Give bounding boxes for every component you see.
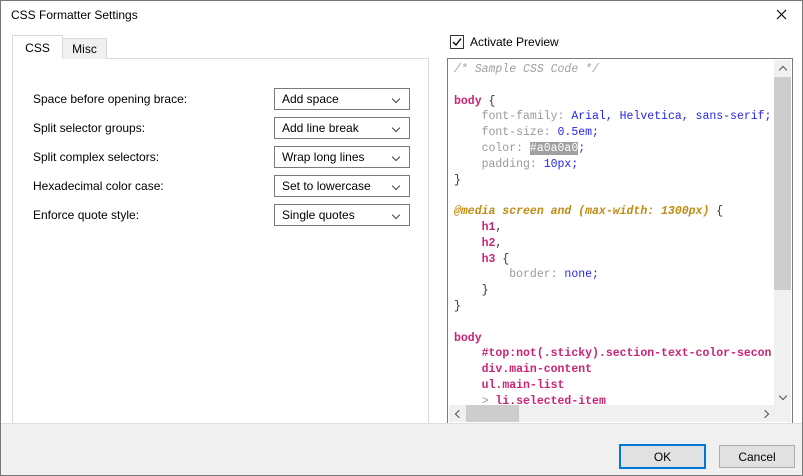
- setting-dropdown[interactable]: Single quotes: [274, 204, 410, 226]
- chevron-down-icon: [393, 154, 400, 161]
- setting-row: Split complex selectors: Wrap long lines: [13, 146, 428, 168]
- activate-preview-row[interactable]: Activate Preview: [450, 34, 559, 50]
- dropdown-value: Single quotes: [282, 208, 355, 222]
- checkmark-icon: [452, 37, 462, 47]
- cancel-button[interactable]: Cancel: [719, 445, 795, 468]
- scroll-down-button[interactable]: [774, 388, 791, 405]
- vertical-scrollbar-thumb[interactable]: [774, 77, 791, 290]
- chevron-down-icon: [393, 96, 400, 103]
- activate-preview-checkbox[interactable]: [450, 35, 464, 49]
- dropdown-value: Add space: [282, 92, 339, 106]
- activate-preview-label: Activate Preview: [470, 35, 559, 49]
- code-line: #top:not(.sticky).section-text-color-sec…: [454, 346, 774, 362]
- code-line: div.main-content: [454, 362, 774, 378]
- dropdown-value: Set to lowercase: [282, 179, 371, 193]
- scrollbar-corner: [774, 405, 791, 422]
- code-line: h1,: [454, 220, 774, 236]
- chevron-down-icon: [393, 183, 400, 190]
- chevron-down-icon: [393, 125, 400, 132]
- code-line: body {: [454, 94, 774, 110]
- setting-label: Enforce quote style:: [33, 208, 139, 222]
- code-line: ul.main-list: [454, 378, 774, 394]
- code-line: h3 {: [454, 252, 774, 268]
- window-title: CSS Formatter Settings: [11, 8, 138, 22]
- code-line: font-family: Arial, Helvetica, sans-seri…: [454, 109, 774, 125]
- code-line: [454, 78, 774, 94]
- ok-button[interactable]: OK: [619, 444, 706, 469]
- setting-label: Hexadecimal color case:: [33, 179, 164, 193]
- setting-row: Enforce quote style: Single quotes: [13, 204, 428, 226]
- code-line: }: [454, 173, 774, 189]
- code-line: h2,: [454, 236, 774, 252]
- dialog-footer: OK Cancel: [1, 423, 802, 475]
- tab-css-label: CSS: [25, 41, 50, 55]
- dropdown-value: Add line break: [282, 121, 359, 135]
- setting-dropdown[interactable]: Add line break: [274, 117, 410, 139]
- code-line: /* Sample CSS Code */: [454, 62, 774, 78]
- setting-row: Space before opening brace: Add space: [13, 88, 428, 110]
- code-line: font-size: 0.5em;: [454, 125, 774, 141]
- setting-label: Split complex selectors:: [33, 150, 159, 164]
- horizontal-scrollbar-thumb[interactable]: [466, 405, 519, 422]
- code-line: border: none;: [454, 267, 774, 283]
- setting-label: Split selector groups:: [33, 121, 145, 135]
- setting-dropdown[interactable]: Add space: [274, 88, 410, 110]
- settings-panel: Space before opening brace: Add space Sp…: [12, 58, 429, 424]
- horizontal-scrollbar[interactable]: [449, 405, 774, 422]
- vertical-scrollbar[interactable]: [774, 60, 791, 405]
- tab-misc[interactable]: Misc: [63, 38, 107, 59]
- cancel-button-label: Cancel: [738, 450, 775, 464]
- title-bar: CSS Formatter Settings: [1, 1, 802, 31]
- scroll-left-button[interactable]: [449, 405, 466, 422]
- setting-row: Split selector groups: Add line break: [13, 117, 428, 139]
- scroll-right-button[interactable]: [757, 405, 774, 422]
- setting-row: Hexadecimal color case: Set to lowercase: [13, 175, 428, 197]
- scroll-up-icon: [779, 65, 786, 72]
- code-line: }: [454, 283, 774, 299]
- css-code-preview: /* Sample CSS Code */ body { font-family:…: [449, 60, 774, 405]
- close-button[interactable]: [762, 2, 800, 30]
- code-line: }: [454, 299, 774, 315]
- code-line: [454, 315, 774, 331]
- css-formatter-settings-dialog: CSS Formatter Settings CSS Misc Space be…: [0, 0, 803, 476]
- code-line: [454, 188, 774, 204]
- scroll-left-icon: [454, 410, 461, 417]
- css-preview-box: /* Sample CSS Code */ body { font-family:…: [447, 58, 793, 424]
- scroll-right-icon: [762, 410, 769, 417]
- code-line: @media screen and (max-width: 1300px) {: [454, 204, 774, 220]
- tab-misc-label: Misc: [72, 42, 97, 56]
- setting-dropdown[interactable]: Wrap long lines: [274, 146, 410, 168]
- code-line: body: [454, 331, 774, 347]
- ok-button-label: OK: [654, 450, 671, 464]
- scroll-down-icon: [779, 393, 786, 400]
- tab-css[interactable]: CSS: [12, 35, 63, 59]
- setting-label: Space before opening brace:: [33, 92, 187, 106]
- chevron-down-icon: [393, 212, 400, 219]
- close-icon: [776, 7, 787, 25]
- scroll-up-button[interactable]: [774, 60, 791, 77]
- code-line: padding: 10px;: [454, 157, 774, 173]
- code-line: > li.selected-item: [454, 394, 774, 405]
- code-line: color: #a0a0a0;: [454, 141, 774, 157]
- setting-dropdown[interactable]: Set to lowercase: [274, 175, 410, 197]
- dropdown-value: Wrap long lines: [282, 150, 365, 164]
